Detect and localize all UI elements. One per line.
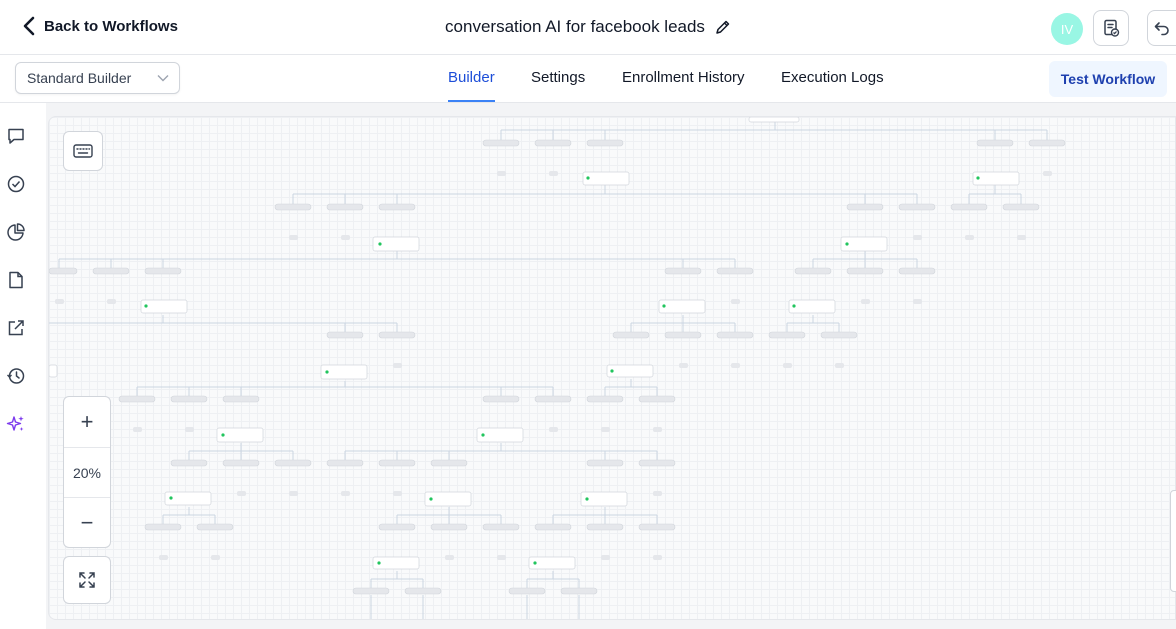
chevron-down-icon xyxy=(157,75,169,82)
workflow-graph xyxy=(49,117,1066,619)
workflow-title: conversation AI for facebook leads xyxy=(445,17,705,36)
zoom-in-button[interactable]: + xyxy=(64,397,110,447)
document-check-icon xyxy=(1104,19,1120,37)
zoom-controls: + 20% − xyxy=(63,396,111,548)
history-icon[interactable] xyxy=(5,365,27,387)
builder-mode-select[interactable]: Standard Builder xyxy=(15,62,180,94)
tab-enrollment-history[interactable]: Enrollment History xyxy=(622,69,745,102)
version-history-button[interactable] xyxy=(1093,10,1129,46)
left-sidebar xyxy=(0,103,46,629)
keyboard-icon xyxy=(73,144,93,158)
tab-builder[interactable]: Builder xyxy=(448,69,495,102)
back-to-workflows-link[interactable]: Back to Workflows xyxy=(22,16,178,36)
zoom-level: 20% xyxy=(64,447,110,498)
avatar[interactable]: IV xyxy=(1051,13,1083,45)
right-panel-handle[interactable] xyxy=(1170,490,1176,592)
sparkles-icon[interactable] xyxy=(5,413,27,435)
tab-bar: Standard Builder Builder Settings Enroll… xyxy=(0,55,1176,103)
undo-icon xyxy=(1154,22,1169,36)
tab-settings[interactable]: Settings xyxy=(531,69,585,102)
chat-icon[interactable] xyxy=(5,125,27,147)
chevron-left-icon xyxy=(23,16,35,36)
zoom-out-button[interactable]: − xyxy=(64,498,110,548)
test-workflow-button[interactable]: Test Workflow xyxy=(1049,61,1167,97)
document-icon[interactable] xyxy=(5,269,27,291)
keyboard-shortcuts-button[interactable] xyxy=(63,131,103,171)
builder-mode-value: Standard Builder xyxy=(27,70,132,86)
tab-execution-logs[interactable]: Execution Logs xyxy=(781,69,884,102)
workflow-canvas[interactable] xyxy=(48,116,1176,620)
undo-button[interactable] xyxy=(1147,10,1176,46)
back-label: Back to Workflows xyxy=(44,17,178,35)
pencil-icon[interactable] xyxy=(715,19,731,35)
top-bar: Back to Workflows conversation AI for fa… xyxy=(0,0,1176,55)
check-circle-icon[interactable] xyxy=(5,173,27,195)
pie-chart-icon[interactable] xyxy=(5,221,27,243)
fit-to-screen-button[interactable] xyxy=(63,556,111,604)
expand-icon xyxy=(79,572,95,588)
external-link-icon[interactable] xyxy=(5,317,27,339)
